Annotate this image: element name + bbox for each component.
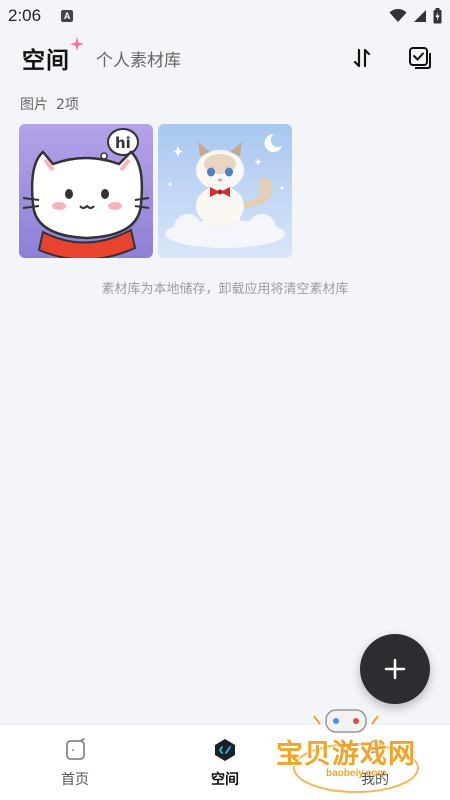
battery-icon xyxy=(433,8,442,24)
add-button[interactable] xyxy=(360,634,430,704)
signal-icon xyxy=(414,10,426,22)
page-title-text: 空间 xyxy=(22,48,70,74)
nav-label-space: 空间 xyxy=(211,772,239,788)
sparkle-icon xyxy=(70,37,84,51)
plus-icon xyxy=(384,658,406,680)
sort-button[interactable] xyxy=(348,44,376,72)
page-subtitle: 个人素材库 xyxy=(96,50,181,71)
page-title: 空间 xyxy=(22,37,84,75)
status-indicators xyxy=(389,8,442,24)
svg-text:hi: hi xyxy=(115,134,131,152)
nav-item-profile[interactable]: 我的 xyxy=(300,725,450,800)
section-count: 2项 xyxy=(56,97,79,113)
home-icon xyxy=(66,738,85,760)
header: 空间 个人素材库 xyxy=(0,36,450,80)
nav-item-space[interactable]: 空间 xyxy=(150,725,300,800)
section-label: 图片 2项 xyxy=(20,94,79,114)
storage-notice: 素材库为本地储存，卸载应用将清空素材库 xyxy=(101,282,349,297)
bottom-nav: 首页 空间 我的 xyxy=(0,724,450,800)
section-title: 图片 xyxy=(20,97,48,113)
cat-hi-image: hi xyxy=(19,124,153,258)
notification-icon: A xyxy=(61,10,74,22)
nav-item-home[interactable]: 首页 xyxy=(0,725,150,800)
image-thumb-ragdoll-cat[interactable] xyxy=(158,124,292,258)
nav-label-home: 首页 xyxy=(61,772,89,788)
wifi-icon xyxy=(389,9,407,22)
profile-icon xyxy=(365,740,385,761)
image-grid: hi xyxy=(19,124,292,258)
image-thumb-cat-hi[interactable]: hi xyxy=(19,124,153,258)
select-icon xyxy=(409,47,431,69)
status-time: 2:06 xyxy=(8,6,42,25)
select-button[interactable] xyxy=(406,44,434,72)
sort-icon xyxy=(353,48,371,68)
space-icon xyxy=(215,739,235,761)
nav-label-profile: 我的 xyxy=(361,772,389,788)
ragdoll-cat-image xyxy=(158,124,292,258)
status-bar: 2:06 A xyxy=(0,0,450,32)
